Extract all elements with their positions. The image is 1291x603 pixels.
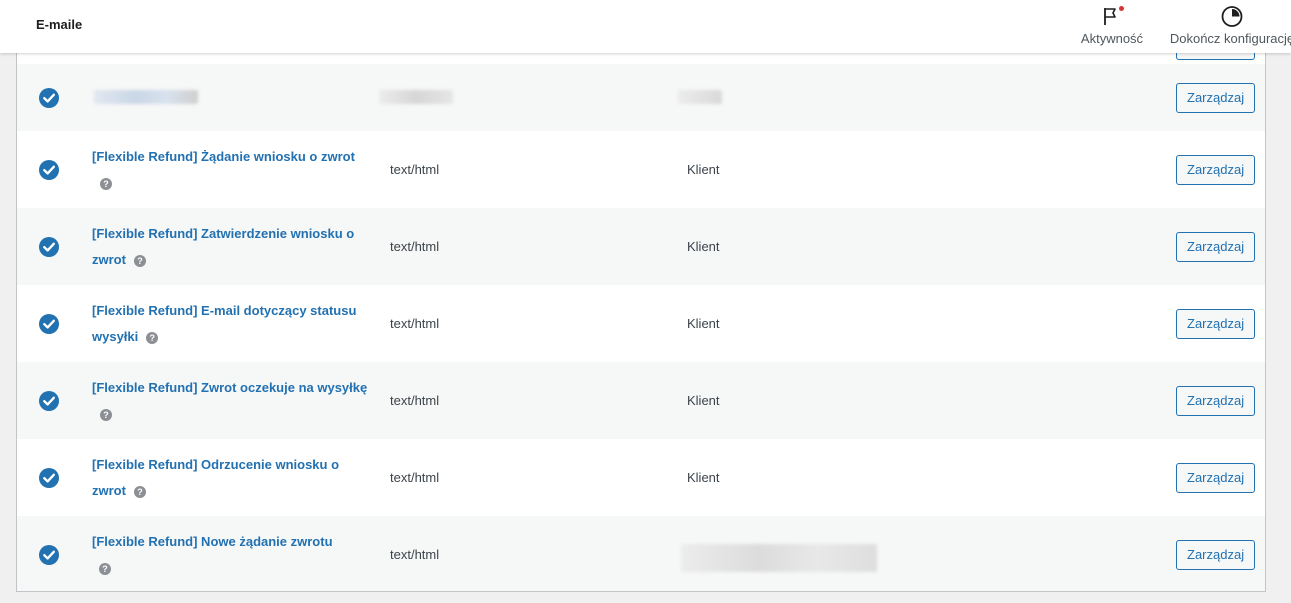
email-title-link[interactable]: [Flexible Refund] E-mail dotyczący statu… <box>92 303 356 344</box>
emails-table: Zarządzaj Zarządzaj [Flexible Refund] Żą… <box>16 42 1266 592</box>
flag-icon <box>1099 5 1125 29</box>
manage-button[interactable]: Zarządzaj <box>1176 154 1256 185</box>
email-title-link[interactable]: [Flexible Refund] Odrzucenie wniosku o z… <box>92 457 339 498</box>
manage-button[interactable]: Zarządzaj <box>1176 539 1256 570</box>
email-title-link[interactable]: [Flexible Refund] Żądanie wniosku o zwro… <box>92 149 355 164</box>
content-type: text/html <box>390 161 440 177</box>
finish-setup-label: Dokończ konfigurację <box>1169 31 1291 46</box>
manage-button[interactable]: Zarządzaj <box>1176 82 1256 113</box>
help-icon[interactable]: ? <box>100 409 112 421</box>
content-type: text/html <box>390 392 440 408</box>
check-circle-icon <box>38 467 60 489</box>
email-title-cell: [Flexible Refund] Nowe żądanie zwrotu? <box>92 529 372 581</box>
email-title-cell: [Flexible Refund] Zatwierdzenie wniosku … <box>92 221 372 273</box>
redacted-recipient <box>681 544 877 572</box>
progress-circle-icon <box>1219 5 1245 29</box>
redacted-title <box>94 90 198 104</box>
email-title-cell: [Flexible Refund] Odrzucenie wniosku o z… <box>92 452 372 504</box>
check-circle-icon <box>38 87 60 109</box>
content-type: text/html <box>390 546 440 562</box>
email-title-cell: [Flexible Refund] Zwrot oczekuje na wysy… <box>92 375 372 427</box>
manage-button[interactable]: Zarządzaj <box>1176 462 1256 493</box>
activity-label: Aktywność <box>1080 31 1144 46</box>
redacted-recipient <box>678 90 722 104</box>
table-row: [Flexible Refund] Żądanie wniosku o zwro… <box>17 131 1265 208</box>
recipient: Klient <box>687 392 720 408</box>
table-row: [Flexible Refund] Zatwierdzenie wniosku … <box>17 208 1265 285</box>
recipient: Klient <box>687 161 720 177</box>
recipient: Klient <box>687 238 720 254</box>
check-circle-icon <box>38 544 60 566</box>
check-circle-icon <box>38 236 60 258</box>
help-icon[interactable]: ? <box>146 332 159 344</box>
check-circle-icon <box>38 313 60 335</box>
recipient: Klient <box>687 469 720 485</box>
email-title-cell: [Flexible Refund] Żądanie wniosku o zwro… <box>92 144 372 196</box>
help-icon[interactable]: ? <box>99 563 111 575</box>
check-circle-icon <box>38 159 60 181</box>
email-title-cell: [Flexible Refund] E-mail dotyczący statu… <box>92 298 372 350</box>
page-title: E-maile <box>36 17 83 32</box>
activity-button[interactable]: Aktywność <box>1076 5 1148 46</box>
help-icon[interactable]: ? <box>133 255 146 267</box>
manage-button[interactable]: Zarządzaj <box>1176 385 1256 416</box>
redacted-content-type <box>379 90 453 104</box>
content-type: text/html <box>390 315 440 331</box>
top-bar: E-maile Aktywność Dokończ konfigurację <box>0 0 1291 53</box>
table-row: [Flexible Refund] Nowe żądanie zwrotu? t… <box>17 516 1265 591</box>
finish-setup-button[interactable]: Dokończ konfigurację <box>1162 5 1291 46</box>
content-type: text/html <box>390 469 440 485</box>
help-icon[interactable]: ? <box>133 486 146 498</box>
email-title-link[interactable]: [Flexible Refund] Zwrot oczekuje na wysy… <box>92 380 367 395</box>
check-circle-icon <box>38 390 60 412</box>
manage-button[interactable]: Zarządzaj <box>1176 231 1256 262</box>
notification-dot <box>1119 6 1124 11</box>
content-type: text/html <box>390 238 440 254</box>
table-row: [Flexible Refund] Odrzucenie wniosku o z… <box>17 439 1265 516</box>
recipient: Klient <box>687 315 720 331</box>
email-title-link[interactable]: [Flexible Refund] Nowe żądanie zwrotu <box>92 534 333 549</box>
manage-button[interactable]: Zarządzaj <box>1176 308 1256 339</box>
help-icon[interactable]: ? <box>100 178 112 190</box>
table-row: Zarządzaj <box>17 64 1265 131</box>
table-row: [Flexible Refund] E-mail dotyczący statu… <box>17 285 1265 362</box>
email-title-link[interactable]: [Flexible Refund] Zatwierdzenie wniosku … <box>92 226 354 267</box>
table-row: [Flexible Refund] Zwrot oczekuje na wysy… <box>17 362 1265 439</box>
